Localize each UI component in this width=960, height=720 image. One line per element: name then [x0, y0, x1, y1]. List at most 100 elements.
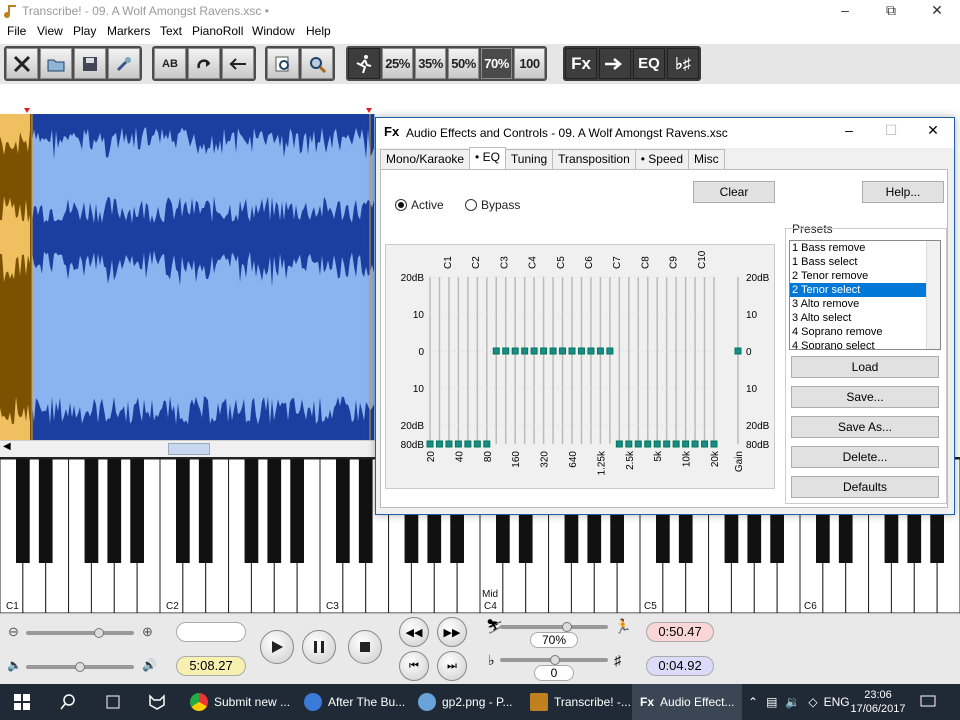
clear-button[interactable]: Clear — [693, 181, 775, 203]
defaults-button[interactable]: Defaults — [791, 476, 939, 498]
eq-band-handle[interactable] — [644, 440, 652, 448]
flat-sharp-icon[interactable]: ♭♯ — [667, 48, 699, 79]
black-key[interactable] — [290, 459, 304, 563]
dialog-close-button[interactable]: ✕ — [918, 122, 948, 139]
runner-speed-icon[interactable] — [348, 48, 380, 79]
eq-band-handle[interactable] — [625, 440, 633, 448]
transpose-slider-knob[interactable] — [550, 655, 560, 665]
black-key[interactable] — [244, 459, 259, 563]
open-folder-icon[interactable] — [40, 48, 72, 79]
speed-100-button[interactable]: 100 — [514, 48, 545, 79]
eq-band-handle[interactable] — [483, 440, 491, 448]
menu-markers[interactable]: Markers — [107, 24, 150, 38]
save-disk-icon[interactable] — [74, 48, 106, 79]
wifi-icon[interactable]: ◇ — [808, 695, 817, 709]
pause-button[interactable] — [302, 630, 336, 664]
speed-value-field[interactable]: 70% — [530, 632, 578, 648]
menu-file[interactable]: File — [7, 24, 26, 38]
tools-icon[interactable] — [108, 48, 140, 79]
transpose-value-field[interactable]: 0 — [534, 665, 574, 681]
start-button[interactable] — [6, 684, 42, 720]
eq-band-handle[interactable] — [596, 347, 604, 355]
eq-band-handle[interactable] — [530, 347, 538, 355]
taskbar-transcribe-window[interactable]: Transcribe! -... — [522, 684, 634, 720]
restore-button[interactable]: ⧉ — [868, 0, 914, 22]
eq-band-handle[interactable] — [549, 347, 557, 355]
speed-70-button[interactable]: 70% — [481, 48, 512, 79]
fx-button[interactable]: Fx — [565, 48, 597, 79]
chevron-up-icon[interactable]: ⌃ — [748, 695, 758, 709]
taskbar-vpn-window[interactable]: After The Bu... — [296, 684, 408, 720]
eq-band-handle[interactable] — [577, 347, 585, 355]
menu-play[interactable]: Play — [73, 24, 96, 38]
speed-35-button[interactable]: 35% — [415, 48, 446, 79]
black-key[interactable] — [358, 459, 373, 563]
speed-50-button[interactable]: 50% — [448, 48, 479, 79]
active-radio[interactable] — [395, 199, 407, 211]
load-button[interactable]: Load — [791, 356, 939, 378]
loop-icon[interactable] — [188, 48, 220, 79]
taskbar-chrome-window[interactable]: Submit new ... — [182, 684, 294, 720]
tab-misc[interactable]: Misc — [688, 149, 725, 169]
preset-item[interactable]: 4 Soprano select — [790, 339, 940, 349]
task-view-icon[interactable] — [96, 684, 132, 720]
eq-band-handle[interactable] — [606, 347, 614, 355]
preset-item[interactable]: 3 Alto remove — [790, 297, 940, 311]
language-indicator[interactable]: ENG — [824, 695, 850, 709]
eq-band-handle[interactable] — [492, 347, 500, 355]
waveform-view[interactable] — [0, 114, 375, 440]
scroll-left-arrow-icon[interactable]: ◀ — [3, 441, 11, 452]
zoom-slider[interactable] — [26, 631, 134, 635]
speed-25-button[interactable]: 25% — [382, 48, 413, 79]
timeline-ruler[interactable] — [0, 84, 960, 114]
eq-band-handle[interactable] — [701, 440, 709, 448]
eq-band-handle[interactable] — [540, 347, 548, 355]
close-file-icon[interactable] — [6, 48, 38, 79]
eq-band-handle[interactable] — [710, 440, 718, 448]
stop-button[interactable] — [348, 630, 382, 664]
volume-slider-knob[interactable] — [75, 662, 85, 672]
preset-item[interactable]: 3 Alto select — [790, 311, 940, 325]
search-icon[interactable] — [52, 684, 88, 720]
black-key[interactable] — [38, 459, 53, 563]
eq-band-handle[interactable] — [682, 440, 690, 448]
eq-band-handle[interactable] — [559, 347, 567, 355]
eq-band-handle[interactable] — [426, 440, 434, 448]
tab-tuning[interactable]: Tuning — [504, 149, 554, 169]
menu-pianoroll[interactable]: PianoRoll — [192, 24, 243, 38]
preset-item[interactable]: 2 Tenor remove — [790, 269, 940, 283]
presets-scrollbar[interactable] — [926, 241, 940, 349]
rewind-button[interactable]: ◀◀ — [399, 617, 429, 647]
eq-band-handle[interactable] — [473, 440, 481, 448]
menu-text[interactable]: Text — [160, 24, 182, 38]
black-key[interactable] — [16, 459, 30, 563]
gain-handle[interactable] — [734, 347, 742, 355]
tab-transposition[interactable]: Transposition — [552, 149, 636, 169]
close-button[interactable]: ✕ — [914, 0, 960, 22]
dialog-minimize-button[interactable]: – — [834, 122, 864, 138]
black-key[interactable] — [107, 459, 122, 563]
eq-button[interactable]: EQ — [633, 48, 665, 79]
scroll-thumb[interactable] — [168, 443, 210, 455]
zoom-out-icon[interactable]: ⊖ — [8, 624, 19, 640]
taskbar-paint-window[interactable]: gp2.png - P... — [410, 684, 522, 720]
eq-band-handle[interactable] — [502, 347, 510, 355]
delete-preset-button[interactable]: Delete... — [791, 446, 939, 468]
go-to-start-button[interactable]: ⏮ — [399, 651, 429, 681]
back-step-icon[interactable] — [222, 48, 254, 79]
notification-icon[interactable] — [920, 684, 936, 720]
eq-band-handle[interactable] — [634, 440, 642, 448]
preset-item[interactable]: 2 Tenor select — [790, 283, 940, 297]
zoom-page-icon[interactable] — [267, 48, 299, 79]
black-key[interactable] — [130, 459, 144, 563]
eq-band-handle[interactable] — [691, 440, 699, 448]
preset-item[interactable]: 4 Soprano remove — [790, 325, 940, 339]
eq-band-handle[interactable] — [663, 440, 671, 448]
eq-band-handle[interactable] — [521, 347, 529, 355]
black-key[interactable] — [176, 459, 190, 563]
fast-forward-button[interactable]: ▶▶ — [437, 617, 467, 647]
tab-mono-karaoke[interactable]: Mono/Karaoke — [380, 149, 471, 169]
tab-speed[interactable]: • Speed — [634, 149, 689, 169]
eq-band-handle[interactable] — [454, 440, 462, 448]
eq-band-handle[interactable] — [445, 440, 453, 448]
